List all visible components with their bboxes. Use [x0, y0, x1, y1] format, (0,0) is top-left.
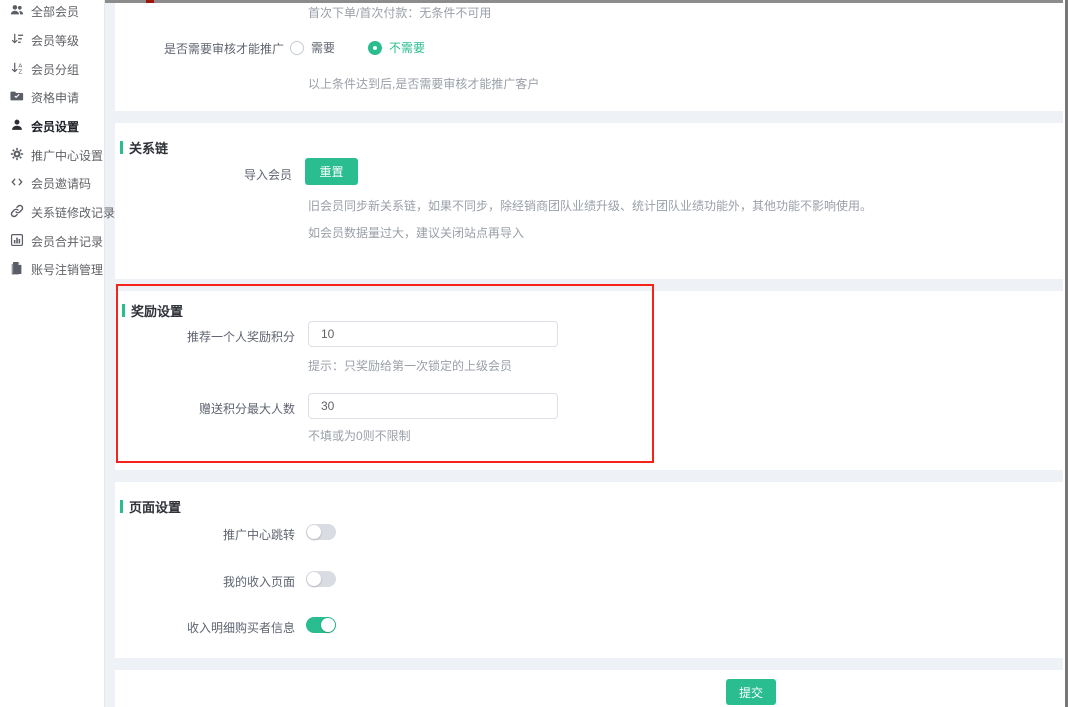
title-accent-bar: [120, 500, 123, 513]
sidebar-item-invite-code[interactable]: 会员邀请码: [0, 170, 104, 196]
audit-radio-group: 需要 不需要: [290, 39, 425, 56]
svg-text:Z: Z: [18, 69, 22, 75]
sidebar-item-all-members[interactable]: 全部会员: [0, 0, 104, 24]
audit-label: 是否需要审核才能推广: [120, 40, 284, 57]
title-accent-bar: [120, 141, 123, 154]
sidebar-item-label: 会员分组: [31, 61, 79, 78]
radio-need[interactable]: [290, 41, 304, 55]
relation-hint-2: 如会员数据量过大，建议关闭站点再导入: [308, 224, 524, 241]
income-detail-buyer-toggle[interactable]: [306, 617, 336, 633]
sidebar-item-label: 账号注销管理: [31, 261, 103, 278]
sidebar-item-label: 会员设置: [31, 118, 79, 135]
reward-points-input[interactable]: [308, 321, 558, 347]
link-icon: [10, 204, 24, 221]
section-separator: [104, 658, 1063, 670]
my-income-label: 我的收入页面: [120, 573, 295, 590]
sidebar-item-merge-log[interactable]: 会员合并记录: [0, 228, 104, 254]
promotion-jump-label: 推广中心跳转: [120, 526, 295, 543]
reward-points-label: 推荐一个人奖励积分: [120, 328, 295, 345]
sidebar-item-qualification[interactable]: 资格申请: [0, 84, 104, 110]
sort-numeric-icon: AZ: [10, 61, 24, 78]
folder-check-icon: [10, 89, 24, 106]
reward-points-hint: 提示：只奖励给第一次锁定的上级会员: [308, 357, 512, 374]
user-icon: [10, 118, 24, 135]
reset-button[interactable]: 重置: [305, 158, 358, 185]
file-icon: [10, 261, 24, 278]
my-income-toggle[interactable]: [306, 571, 336, 587]
sidebar-content-gutter: [104, 3, 115, 707]
sidebar-item-member-settings[interactable]: 会员设置: [0, 113, 104, 139]
sidebar-item-label: 关系链修改记录: [31, 204, 115, 221]
sidebar-item-label: 会员邀请码: [31, 175, 91, 192]
max-people-label: 赠送积分最大人数: [120, 400, 295, 417]
sidebar-item-relation-log[interactable]: 关系链修改记录: [0, 199, 104, 225]
sidebar-item-account-cancel[interactable]: 账号注销管理: [0, 256, 104, 282]
audit-hint: 以上条件达到后,是否需要审核才能推广客户: [308, 75, 539, 92]
income-detail-buyer-label: 收入明细购买者信息: [120, 619, 295, 636]
promotion-jump-toggle[interactable]: [306, 524, 336, 540]
sidebar-item-member-group[interactable]: AZ 会员分组: [0, 56, 104, 82]
first-order-condition-hint: 首次下单/首次付款：无条件不可用: [308, 4, 491, 21]
radio-need-label[interactable]: 需要: [311, 39, 335, 56]
sidebar-item-member-level[interactable]: 会员等级: [0, 27, 104, 53]
max-people-hint: 不填或为0则不限制: [308, 427, 411, 444]
member-settings-page: 全部会员 会员等级 AZ 会员分组 资格申请 会员设置 推广中心设置 会员邀请码: [0, 0, 1068, 707]
section-separator: [104, 470, 1063, 482]
sidebar-item-label: 资格申请: [31, 89, 79, 106]
sidebar: 全部会员 会员等级 AZ 会员分组 资格申请 会员设置 推广中心设置 会员邀请码: [0, 0, 105, 707]
users-icon: [10, 3, 24, 20]
max-people-input[interactable]: [308, 393, 558, 419]
radio-no-need[interactable]: [368, 41, 382, 55]
reward-section-title: 奖励设置: [122, 301, 183, 320]
relation-hint-1: 旧会员同步新关系链，如果不同步，除经销商团队业绩升级、统计团队业绩功能外，其他功…: [308, 197, 872, 214]
sidebar-item-label: 推广中心设置: [31, 147, 103, 164]
submit-button[interactable]: 提交: [726, 679, 776, 705]
section-separator: [104, 111, 1063, 123]
sidebar-item-label: 会员合并记录: [31, 233, 103, 250]
import-member-label: 导入会员: [120, 166, 292, 183]
title-accent-bar: [122, 304, 125, 317]
toggle-knob: [321, 618, 335, 632]
red-mark: [146, 0, 154, 3]
gear-icon: [10, 147, 24, 164]
horizontal-scrollbar[interactable]: [104, 0, 1063, 3]
bar-chart-icon: [10, 233, 24, 250]
sort-amount-icon: [10, 32, 24, 49]
radio-no-need-label[interactable]: 不需要: [389, 39, 425, 56]
section-separator: [104, 279, 1063, 291]
relation-section-title: 关系链: [120, 138, 168, 157]
sidebar-item-label: 会员等级: [31, 32, 79, 49]
sidebar-item-promotion-settings[interactable]: 推广中心设置: [0, 142, 104, 168]
toggle-knob: [307, 525, 321, 539]
sidebar-item-label: 全部会员: [31, 3, 79, 20]
page-section-title: 页面设置: [120, 497, 181, 516]
code-icon: [10, 175, 24, 192]
toggle-knob: [307, 572, 321, 586]
